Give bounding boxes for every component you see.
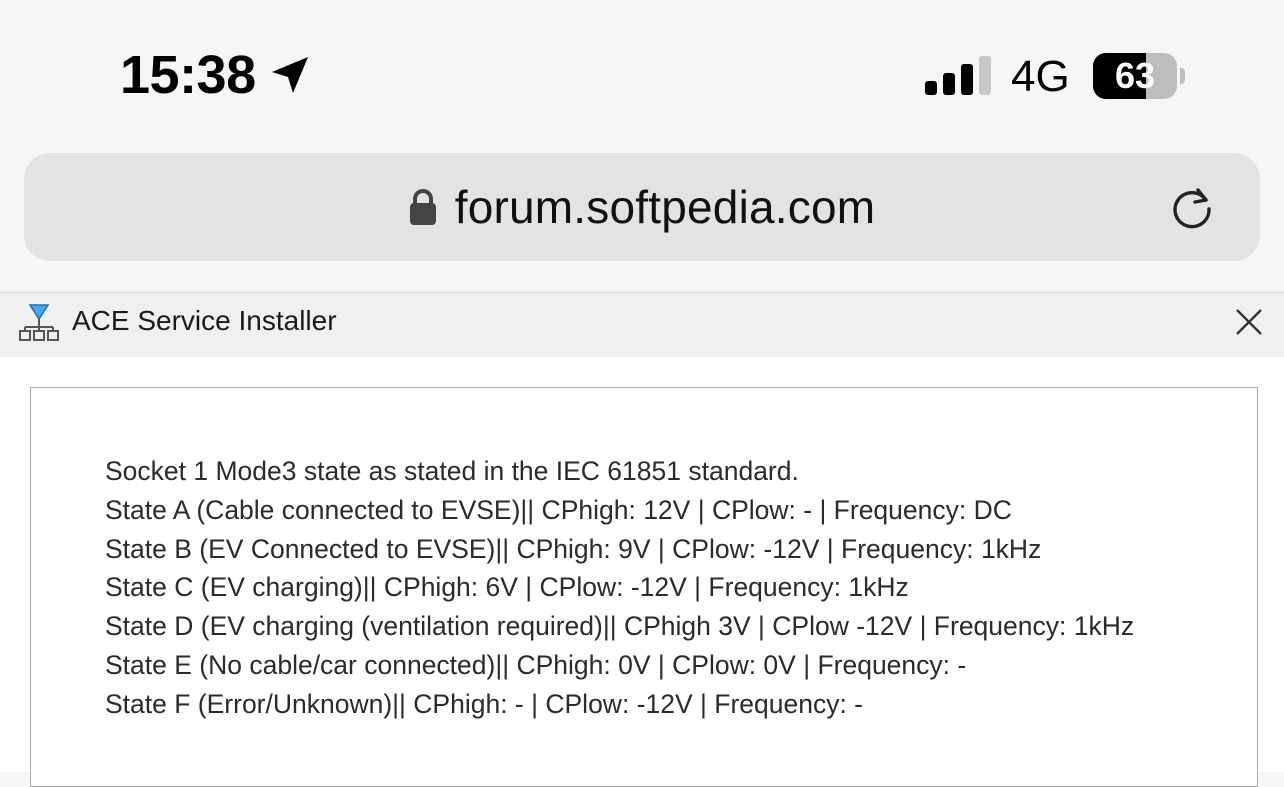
battery-icon: 63 — [1093, 53, 1187, 99]
window-title: ACE Service Installer — [72, 305, 337, 336]
url-text[interactable]: forum.softpedia.com — [455, 180, 876, 234]
state-list: Socket 1 Mode3 state as stated in the IE… — [105, 452, 1134, 724]
battery-body: 63 — [1093, 53, 1177, 99]
state-line-d: State D (EV charging (ventilation requir… — [105, 611, 1135, 642]
state-line-c: State C (EV charging)|| CPhigh: 6V | CPl… — [105, 572, 909, 603]
clock: 15:38 — [120, 44, 312, 106]
battery-percent: 63 — [1114, 55, 1156, 96]
state-line-f: State F (Error/Unknown)|| CPhigh: - | CP… — [105, 688, 864, 719]
network-type: 4G — [1011, 52, 1070, 101]
state-line-a: State A (Cable connected to EVSE)|| CPhi… — [105, 494, 1012, 525]
installer-titlebar: ACE Service Installer — [0, 292, 1284, 357]
status-bar: 15:38 4G 63 — [0, 0, 1284, 150]
info-heading: Socket 1 Mode3 state as stated in the IE… — [105, 456, 799, 486]
battery-cap — [1180, 68, 1185, 84]
reload-icon[interactable] — [1168, 183, 1216, 231]
signal-bar-4 — [979, 56, 991, 95]
cellular-signal-icon — [925, 56, 991, 95]
lock-icon — [409, 189, 436, 225]
signal-bar-2 — [943, 73, 955, 95]
dialog-body: Socket 1 Mode3 state as stated in the IE… — [0, 357, 1284, 787]
network-icon — [19, 304, 59, 341]
url-display[interactable]: forum.softpedia.com — [24, 153, 1260, 261]
state-line-e: State E (No cable/car connected)|| CPhig… — [105, 649, 967, 680]
location-arrow-icon — [271, 57, 308, 93]
signal-bar-1 — [925, 81, 937, 95]
address-bar[interactable]: forum.softpedia.com — [24, 153, 1260, 261]
close-icon[interactable] — [1232, 305, 1266, 339]
state-line-b: State B (EV Connected to EVSE)|| CPhigh:… — [105, 533, 1042, 564]
signal-bar-3 — [961, 64, 973, 95]
clock-time: 15:38 — [120, 45, 256, 105]
info-panel: Socket 1 Mode3 state as stated in the IE… — [30, 387, 1258, 787]
